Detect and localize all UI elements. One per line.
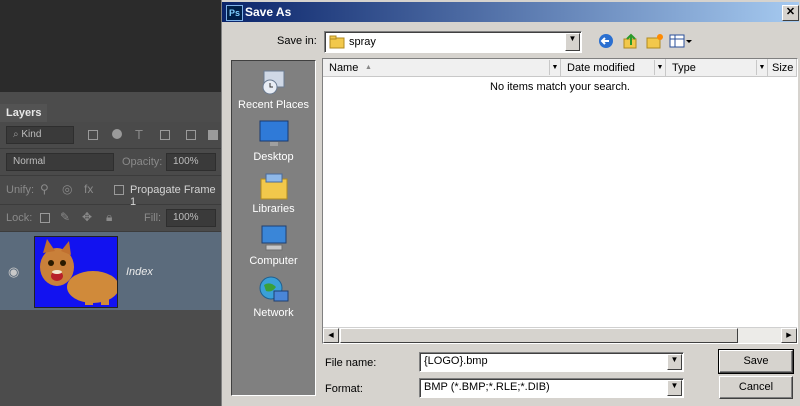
file-list[interactable]: Name ▲ ▼ Date modified ▼ Type ▼ Size No …: [322, 58, 798, 344]
lock-label: Lock:: [6, 212, 33, 224]
place-label: Libraries: [252, 203, 295, 215]
dialog-title: Save As: [245, 5, 292, 19]
opacity-field[interactable]: 100%: [166, 153, 216, 171]
place-network[interactable]: Network: [232, 275, 315, 319]
cat-image-icon: [35, 237, 117, 307]
opacity-value: 100%: [173, 156, 199, 167]
place-label: Recent Places: [238, 99, 309, 111]
layers-tab[interactable]: Layers: [0, 104, 48, 122]
scroll-right-icon[interactable]: ▶: [781, 328, 797, 343]
filter-kind-label: Kind: [21, 129, 42, 140]
chevron-down-icon[interactable]: ▼: [667, 380, 682, 396]
blend-row: Normal Opacity: 100%: [0, 149, 222, 176]
unify-visibility-icon[interactable]: ◎: [62, 182, 72, 196]
propagate-checkbox[interactable]: [114, 185, 124, 195]
save-in-value: spray: [349, 36, 376, 48]
save-in-label: Save in:: [277, 35, 317, 47]
cancel-button[interactable]: Cancel: [719, 376, 793, 399]
lock-row: Lock: ✎ ✥ 🔒︎ Fill: 100%: [0, 205, 222, 232]
unify-position-icon[interactable]: ⚲: [40, 182, 49, 196]
places-bar: Recent Places Desktop Libraries Computer…: [231, 60, 316, 396]
fill-field[interactable]: 100%: [166, 209, 216, 227]
column-header-size[interactable]: Size: [768, 59, 797, 77]
filter-kind-select[interactable]: ⌕ Kind: [6, 126, 74, 144]
desktop-icon: [259, 120, 288, 146]
column-label: Size: [772, 62, 794, 74]
libraries-icon: [260, 173, 287, 200]
place-computer[interactable]: Computer: [232, 223, 315, 267]
shape-filter-icon[interactable]: [160, 130, 170, 140]
place-label: Network: [253, 307, 294, 319]
folder-icon: [329, 35, 345, 49]
eye-icon[interactable]: ◉: [8, 264, 19, 280]
computer-icon: [261, 225, 286, 251]
adjustment-filter-icon[interactable]: [112, 129, 122, 139]
column-label: Date modified: [567, 62, 635, 74]
file-name-value: {LOGO}.bmp: [424, 355, 488, 367]
recent-places-icon: [262, 70, 284, 95]
chevron-down-icon[interactable]: ▼: [756, 60, 767, 75]
chevron-down-icon[interactable]: ▼: [667, 354, 682, 370]
chevron-down-icon[interactable]: ▼: [654, 60, 665, 75]
opacity-label: Opacity:: [122, 156, 163, 168]
layers-filter-row: ⌕ Kind T: [0, 122, 222, 149]
unify-row: Unify: ⚲ ◎ fx Propagate Frame 1: [0, 176, 222, 208]
up-folder-icon[interactable]: [622, 33, 640, 49]
place-desktop[interactable]: Desktop: [232, 119, 315, 163]
lock-transparent-icon[interactable]: [40, 213, 50, 223]
scroll-left-icon[interactable]: ◀: [323, 328, 339, 343]
lock-position-icon[interactable]: ✥: [82, 210, 92, 224]
save-as-dialog: Ps Save As ✕ Save in: spray ▼ Recent Pla…: [221, 0, 800, 406]
fill-value: 100%: [173, 212, 199, 223]
format-label: Format:: [325, 383, 363, 395]
unify-label: Unify:: [6, 184, 35, 196]
unify-style-icon[interactable]: fx: [84, 182, 93, 196]
column-label: Type: [672, 62, 696, 74]
blend-mode-value: Normal: [13, 156, 46, 167]
chevron-down-icon[interactable]: ▼: [549, 60, 560, 75]
column-header-type[interactable]: Type ▼: [666, 59, 768, 77]
place-label: Computer: [249, 255, 298, 267]
smart-object-filter-icon[interactable]: [186, 130, 196, 140]
layer-thumbnail[interactable]: [34, 236, 118, 308]
layer-name[interactable]: Index: [126, 266, 153, 278]
view-menu-icon[interactable]: [669, 33, 693, 49]
place-recent-places[interactable]: Recent Places: [232, 67, 315, 111]
column-header-name[interactable]: Name ▲ ▼: [323, 59, 561, 77]
lock-pixels-icon[interactable]: ✎: [60, 210, 70, 224]
format-value: BMP (*.BMP;*.RLE;*.DIB): [424, 381, 550, 393]
photoshop-app-icon: Ps: [226, 5, 243, 21]
filter-toggle-icon[interactable]: [208, 130, 218, 140]
file-name-label: File name:: [325, 357, 377, 369]
fill-label: Fill:: [144, 212, 162, 224]
horizontal-scrollbar[interactable]: ◀ ▶: [323, 327, 797, 343]
lock-all-icon[interactable]: 🔒︎: [106, 210, 112, 225]
place-label: Desktop: [253, 151, 294, 163]
save-button[interactable]: Save: [718, 349, 794, 374]
network-globe-icon: [259, 276, 288, 302]
type-filter-icon[interactable]: T: [135, 127, 143, 142]
pixel-filter-icon[interactable]: [88, 130, 98, 140]
column-label: Name: [329, 62, 359, 74]
empty-message: No items match your search.: [490, 81, 630, 93]
chevron-down-icon[interactable]: ▼: [565, 33, 580, 51]
blend-mode-select[interactable]: Normal: [6, 153, 114, 171]
dialog-titlebar[interactable]: Ps Save As ✕: [222, 2, 799, 22]
file-name-field[interactable]: {LOGO}.bmp ▼: [419, 352, 684, 372]
sort-arrow-icon: ▲: [365, 64, 372, 71]
close-button[interactable]: ✕: [782, 5, 799, 21]
back-icon[interactable]: [598, 33, 616, 49]
column-header-date-modified[interactable]: Date modified ▼: [561, 59, 666, 77]
new-folder-icon[interactable]: [646, 33, 664, 49]
scrollbar-thumb[interactable]: [340, 328, 738, 343]
save-in-select[interactable]: spray ▼: [324, 31, 582, 53]
format-select[interactable]: BMP (*.BMP;*.RLE;*.DIB) ▼: [419, 378, 684, 398]
place-libraries[interactable]: Libraries: [232, 171, 315, 215]
